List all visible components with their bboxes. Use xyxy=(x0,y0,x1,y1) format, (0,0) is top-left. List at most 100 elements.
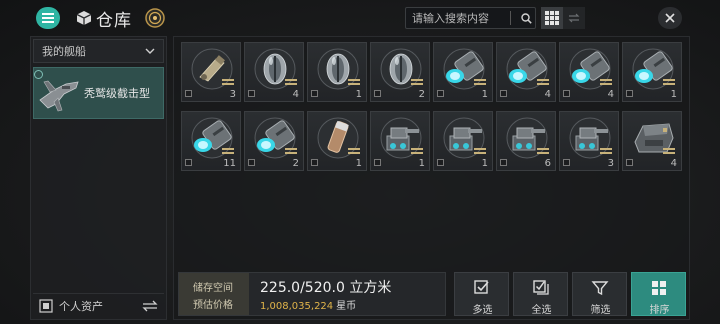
level-bar xyxy=(348,83,360,85)
select-checkbox[interactable] xyxy=(626,159,633,166)
level-bar xyxy=(600,148,612,150)
level-bar xyxy=(600,83,612,85)
multi-select-button[interactable]: 多选 xyxy=(454,272,509,316)
inventory-slot[interactable]: 4 xyxy=(244,42,304,102)
level-bar xyxy=(348,148,360,150)
search-input[interactable]: 请输入搜索内容 xyxy=(412,10,510,26)
assets-label: 个人资产 xyxy=(59,299,103,313)
inventory-slot[interactable]: 1 xyxy=(307,42,367,102)
multi-select-label: 多选 xyxy=(472,305,493,316)
item-count: 6 xyxy=(544,158,551,169)
select-checkbox[interactable] xyxy=(500,90,507,97)
search-box[interactable]: 请输入搜索内容 xyxy=(405,7,536,29)
level-bar xyxy=(600,152,612,154)
level-bar xyxy=(663,83,675,85)
grid-view-icon[interactable] xyxy=(541,7,563,29)
cube-icon xyxy=(76,11,92,25)
select-checkbox[interactable] xyxy=(563,90,570,97)
ship-name: 秃鹫级截击型 xyxy=(84,87,150,100)
level-bar xyxy=(600,79,612,81)
sort-button[interactable]: 排序 xyxy=(631,272,686,316)
search-icon[interactable] xyxy=(517,12,535,24)
check-square-icon xyxy=(474,280,489,294)
inventory-slot[interactable]: 3 xyxy=(559,111,619,171)
select-checkbox[interactable] xyxy=(500,159,507,166)
level-bar xyxy=(348,79,360,81)
select-checkbox[interactable] xyxy=(374,90,381,97)
item-count: 4 xyxy=(544,89,551,100)
level-bar xyxy=(285,152,297,154)
level-bar xyxy=(474,152,486,154)
inventory-slot[interactable]: 6 xyxy=(496,111,556,171)
sidebar: 我的舰船 秃鹫级截击型 个人资产 xyxy=(30,36,167,320)
item-count: 1 xyxy=(670,89,677,100)
item-count: 3 xyxy=(229,89,236,100)
level-bar xyxy=(411,148,423,150)
inventory-slot[interactable]: 1 xyxy=(433,42,493,102)
ship-dropdown[interactable]: 我的舰船 xyxy=(33,39,164,63)
select-checkbox[interactable] xyxy=(437,90,444,97)
level-bar xyxy=(285,79,297,81)
dropdown-label: 我的舰船 xyxy=(42,45,86,58)
inventory-slot[interactable]: 11 xyxy=(181,111,241,171)
storage-ring-icon[interactable] xyxy=(145,8,165,28)
select-checkbox[interactable] xyxy=(374,159,381,166)
view-toggle xyxy=(541,7,585,29)
level-bar xyxy=(663,79,675,81)
inventory-slot[interactable]: 2 xyxy=(244,111,304,171)
inventory-slot[interactable]: 2 xyxy=(370,42,430,102)
top-bar: 仓库 请输入搜索内容 xyxy=(0,0,720,34)
select-checkbox[interactable] xyxy=(185,159,192,166)
personal-assets-row[interactable]: 个人资产 xyxy=(33,293,164,317)
inventory-slot[interactable]: 1 xyxy=(307,111,367,171)
select-checkbox[interactable] xyxy=(311,159,318,166)
level-bar xyxy=(285,83,297,85)
inventory-slot[interactable]: 1 xyxy=(433,111,493,171)
select-checkbox[interactable] xyxy=(248,159,255,166)
sort-label: 排序 xyxy=(649,305,670,316)
inventory-slot[interactable]: 3 xyxy=(181,42,241,102)
level-bar xyxy=(222,152,234,154)
select-all-button[interactable]: 全选 xyxy=(513,272,568,316)
level-bar xyxy=(411,152,423,154)
inventory-slot[interactable]: 4 xyxy=(622,111,682,171)
select-checkbox[interactable] xyxy=(311,90,318,97)
item-count: 1 xyxy=(355,89,362,100)
storage-space-value: 225.0/520.0 立方米 xyxy=(260,280,392,296)
select-checkbox[interactable] xyxy=(626,90,633,97)
inventory-slot[interactable]: 1 xyxy=(622,42,682,102)
price-label: 预估价格 xyxy=(193,300,233,311)
switch-icon[interactable] xyxy=(142,300,158,312)
hamburger-icon xyxy=(42,13,54,23)
level-bar xyxy=(222,148,234,150)
select-checkbox[interactable] xyxy=(185,90,192,97)
level-bar xyxy=(411,79,423,81)
select-checkbox[interactable] xyxy=(563,159,570,166)
storage-info: 储存空间 预估价格 225.0/520.0 立方米 1,008,035,224 星… xyxy=(178,272,446,316)
level-bar xyxy=(222,79,234,81)
inventory-slot[interactable]: 1 xyxy=(370,111,430,171)
page-header: 仓库 xyxy=(76,6,132,31)
level-bar xyxy=(537,83,549,85)
item-count: 4 xyxy=(670,158,677,169)
level-bar xyxy=(663,148,675,150)
filter-label: 筛选 xyxy=(590,305,611,316)
storage-space-label: 储存空间 xyxy=(193,283,233,294)
inventory-slot[interactable]: 4 xyxy=(559,42,619,102)
ship-list-item[interactable]: 秃鹫级截击型 xyxy=(33,67,164,119)
select-checkbox[interactable] xyxy=(437,159,444,166)
level-bar xyxy=(474,79,486,81)
sort-grid-icon xyxy=(652,281,666,295)
inventory-slot[interactable]: 4 xyxy=(496,42,556,102)
item-count: 1 xyxy=(481,158,488,169)
swap-icon[interactable] xyxy=(563,7,585,29)
level-bar xyxy=(474,148,486,150)
menu-button[interactable] xyxy=(36,7,60,29)
level-bar xyxy=(474,83,486,85)
filter-button[interactable]: 筛选 xyxy=(572,272,627,316)
assets-icon xyxy=(39,298,53,313)
close-button[interactable] xyxy=(658,7,682,29)
select-checkbox[interactable] xyxy=(248,90,255,97)
price-value: 1,008,035,224 xyxy=(260,301,334,312)
item-count: 4 xyxy=(292,89,299,100)
